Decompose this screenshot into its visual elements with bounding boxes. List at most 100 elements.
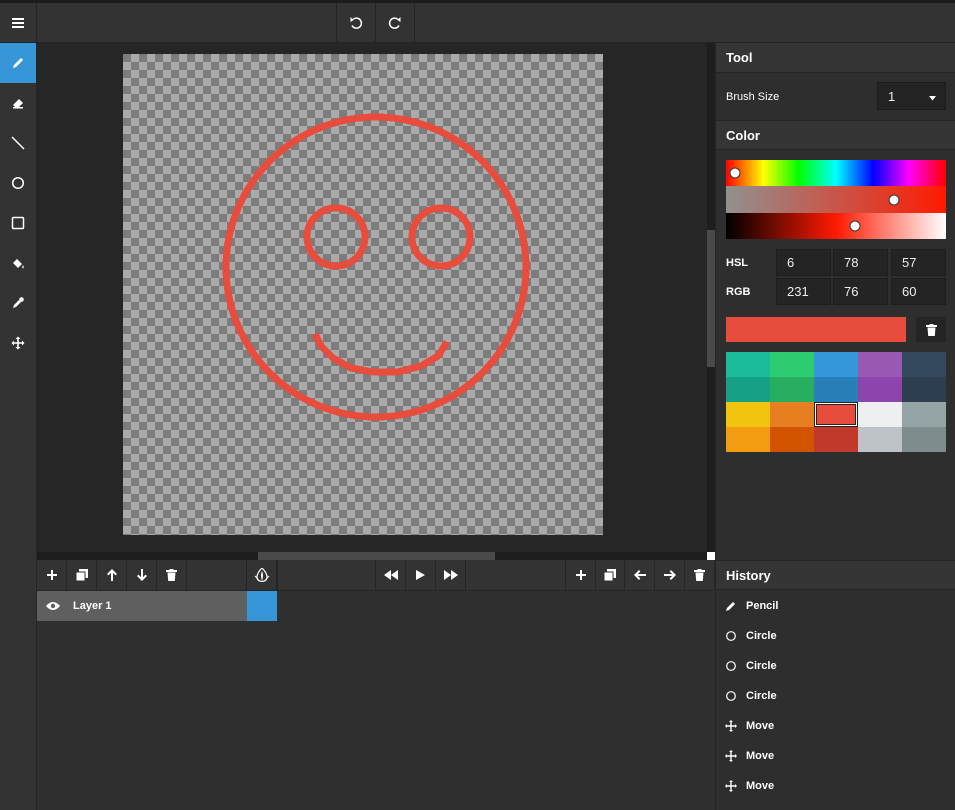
delete-color-button[interactable]	[916, 317, 946, 342]
hsl-lightness-field[interactable]: 57	[891, 249, 946, 276]
tool-list	[0, 43, 36, 363]
hue-slider[interactable]	[726, 160, 946, 186]
palette-swatch[interactable]	[726, 427, 770, 452]
onion-skin-button[interactable]	[247, 560, 277, 590]
history-item-label: Move	[746, 750, 775, 762]
copy-icon	[75, 569, 88, 581]
drawing-canvas[interactable]	[123, 54, 603, 535]
add-frame-button[interactable]	[566, 560, 596, 590]
palette-swatch[interactable]	[902, 402, 946, 427]
arrow-left-icon	[633, 570, 646, 580]
rgb-blue-field[interactable]: 60	[891, 278, 946, 305]
palette-swatch[interactable]	[858, 427, 902, 452]
toolbar-divider	[277, 560, 278, 591]
history-item[interactable]: Move	[716, 741, 955, 771]
history-item[interactable]: Move	[716, 771, 955, 801]
palette-swatch[interactable]	[858, 402, 902, 427]
line-icon	[11, 136, 25, 150]
trash-icon	[166, 569, 177, 581]
move-frame-right-button[interactable]	[655, 560, 685, 590]
palette-swatch[interactable]	[902, 352, 946, 377]
top-toolbar	[0, 3, 955, 43]
line-tool-button[interactable]	[0, 123, 36, 163]
vertical-scrollbar-thumb[interactable]	[707, 230, 715, 367]
rectangle-tool-button[interactable]	[0, 203, 36, 243]
rgb-red-field[interactable]: 231	[776, 278, 831, 305]
rgb-label: RGB	[726, 286, 751, 298]
history-panel-title: History	[716, 560, 955, 590]
palette-swatch[interactable]	[814, 352, 858, 377]
lightness-handle[interactable]	[849, 220, 861, 232]
eraser-tool-button[interactable]	[0, 83, 36, 123]
palette-swatch[interactable]	[814, 427, 858, 452]
palette-swatch[interactable]	[726, 402, 770, 427]
eyedropper-tool-button[interactable]	[0, 283, 36, 323]
history-item[interactable]: Circle	[716, 621, 955, 651]
trash-icon	[694, 569, 705, 581]
menu-button[interactable]	[0, 3, 36, 43]
palette-swatch[interactable]	[814, 402, 858, 427]
toolbar-divider	[465, 560, 466, 591]
horizontal-scrollbar-thumb[interactable]	[258, 552, 495, 560]
eye-icon[interactable]	[46, 601, 60, 611]
saturation-handle[interactable]	[888, 194, 900, 206]
add-layer-button[interactable]	[37, 560, 67, 590]
move-icon	[716, 780, 746, 792]
palette-swatch[interactable]	[902, 377, 946, 402]
move-layer-up-button[interactable]	[97, 560, 127, 590]
toolbar-divider	[36, 3, 37, 43]
delete-frame-button[interactable]	[685, 560, 715, 590]
move-layer-down-button[interactable]	[127, 560, 157, 590]
history-item[interactable]: Pencil	[716, 591, 955, 621]
palette-swatch[interactable]	[902, 427, 946, 452]
duplicate-frame-button[interactable]	[595, 560, 625, 590]
palette-swatch[interactable]	[770, 377, 814, 402]
move-icon	[716, 720, 746, 732]
brush-size-select[interactable]: 1	[877, 82, 946, 110]
duplicate-layer-button[interactable]	[67, 560, 97, 590]
pencil-tool-button[interactable]	[0, 43, 36, 83]
layer-name: Layer 1	[73, 600, 112, 612]
right-panel: Tool Brush Size 1 Color HSL 6 78 57 RGB …	[715, 43, 955, 810]
brush-size-value: 1	[888, 88, 896, 104]
palette-swatch[interactable]	[770, 402, 814, 427]
palette-swatch[interactable]	[770, 427, 814, 452]
rgb-green-field[interactable]: 76	[833, 278, 888, 305]
delete-layer-button[interactable]	[157, 560, 187, 590]
current-color-preview	[726, 317, 906, 342]
hsl-saturation-field[interactable]: 78	[833, 249, 888, 276]
move-frame-left-button[interactable]	[625, 560, 655, 590]
palette-swatch[interactable]	[726, 352, 770, 377]
history-item[interactable]: Move	[716, 711, 955, 741]
pencil-icon	[13, 58, 23, 68]
palette-swatch[interactable]	[858, 377, 902, 402]
fill-tool-button[interactable]	[0, 243, 36, 283]
first-frame-button[interactable]	[376, 560, 406, 590]
history-item-label: Circle	[746, 660, 777, 672]
last-frame-button[interactable]	[436, 560, 466, 590]
saturation-slider[interactable]	[726, 186, 946, 213]
plus-icon	[46, 570, 57, 580]
lightness-slider[interactable]	[726, 213, 946, 239]
palette-swatch[interactable]	[726, 377, 770, 402]
history-item[interactable]: Circle	[716, 681, 955, 711]
palette-swatch[interactable]	[770, 352, 814, 377]
palette-swatch[interactable]	[858, 352, 902, 377]
history-item[interactable]: Circle	[716, 651, 955, 681]
hsl-hue-field[interactable]: 6	[776, 249, 831, 276]
undo-button[interactable]	[337, 3, 375, 43]
frame-thumbnail[interactable]	[247, 591, 277, 621]
transparency-background	[123, 54, 603, 535]
move-tool-button[interactable]	[0, 323, 36, 363]
arrow-up-icon	[106, 569, 117, 581]
circle-tool-button[interactable]	[0, 163, 36, 203]
color-picker[interactable]	[726, 160, 946, 239]
play-button[interactable]	[406, 560, 436, 590]
layer-row[interactable]: Layer 1	[37, 591, 247, 621]
hue-handle[interactable]	[729, 167, 741, 179]
brush-size-row: Brush Size 1	[716, 73, 955, 120]
redo-button[interactable]	[376, 3, 414, 43]
palette-swatch[interactable]	[814, 377, 858, 402]
play-icon	[416, 570, 425, 580]
rectangle-icon	[11, 216, 25, 230]
